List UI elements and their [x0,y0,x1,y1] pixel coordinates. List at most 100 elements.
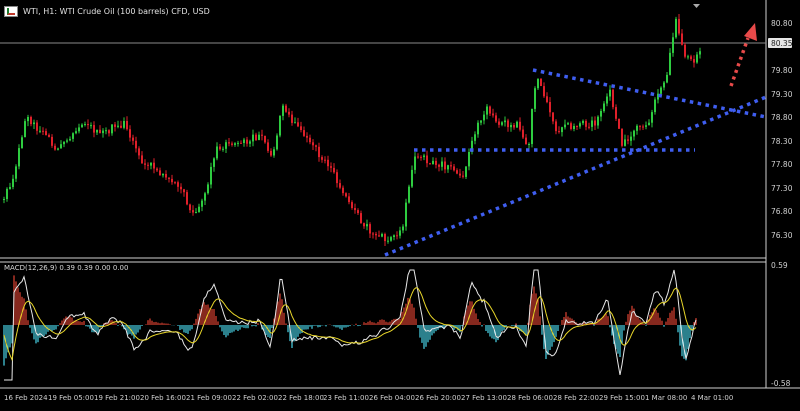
macd-axis-top-label: 0.59 [771,261,788,270]
candle-body [666,74,668,83]
candle-body [132,137,134,141]
candle-body [534,88,536,109]
candle-body [378,235,380,237]
resistance-trendline[interactable] [532,68,767,119]
candle-body [456,170,458,174]
candle-body [327,159,329,167]
candle-body [573,126,575,129]
candle-body [162,174,164,176]
time-label: 28 Feb 22:00 [553,394,599,402]
candle-body [234,143,236,145]
candle-body [417,156,419,158]
candle-body [366,224,368,227]
candle-body [312,142,314,146]
candle-body [270,150,272,156]
candle-body [264,135,266,143]
candle-body [444,161,446,170]
candle-body [24,121,26,138]
candle-body [93,125,95,133]
candle-body [351,202,353,208]
candle-body [330,166,332,168]
macd-axis-bottom-label: -0.58 [771,379,791,388]
candle-body [114,124,116,127]
candle-body [405,202,407,227]
candle-body [303,130,305,136]
candle-body [141,155,143,164]
candle-body [639,125,641,127]
time-label: 22 Feb 18:00 [278,394,324,402]
chart-title: WTI, H1: WTI Crude Oil (100 barrels) CFD… [23,6,210,16]
candle-body [429,163,431,165]
price-label: 79.30 [771,90,793,99]
candle-body [681,33,683,45]
candle-body [675,18,677,38]
candle-body [9,187,11,189]
candle-body [324,159,326,161]
candle-body [414,156,416,170]
chart-window[interactable]: 80.80 79.80 79.30 78.80 78.30 77.80 77.3… [0,0,800,407]
candle-body [636,125,638,131]
candle-body [507,120,509,128]
candle-body [339,183,341,188]
candle-body [240,142,242,144]
candle-body [231,143,233,145]
candle-body [567,123,569,125]
candle-body [624,139,626,146]
candle-body [306,135,308,138]
candle-body [462,175,464,177]
candle-body [663,82,665,88]
candle-body [12,178,14,187]
candle-body [279,115,281,136]
candle-body [468,152,470,167]
candle-body [393,235,395,237]
candle-body [51,136,53,146]
candle-body [531,108,533,144]
candle-body [642,126,644,128]
candle-body [648,122,650,126]
candle-body [222,148,224,150]
candle-body [660,87,662,94]
candle-body [246,139,248,144]
candle-body [543,86,545,97]
candle-body [453,166,455,171]
chart-canvas[interactable]: 80.80 79.80 79.30 78.80 78.30 77.80 77.3… [0,0,800,407]
ascending-trendline[interactable] [384,95,767,257]
candle-body [585,120,587,127]
candle-body [207,184,209,194]
candle-body [117,125,119,127]
candle-body [225,142,227,149]
candle-body [477,122,479,135]
candle-body [108,130,110,134]
candle-body [267,142,269,151]
candle-body [606,96,608,104]
candle-body [498,121,500,125]
candle-body [300,126,302,130]
candle-body [66,140,68,142]
candle-body [159,170,161,176]
candle-body [363,223,365,227]
candle-body [258,134,260,140]
candle-body [480,120,482,123]
candle-body [216,146,218,159]
candle-body [102,130,104,134]
candle-body [411,169,413,187]
candle-body [501,122,503,125]
candle-body [48,134,50,137]
candle-body [174,182,176,184]
candle-body [54,145,56,150]
candle-body [219,146,221,150]
candle-body [423,155,425,158]
candle-body [375,233,377,236]
price-axis[interactable]: 80.80 79.80 79.30 78.80 78.30 77.80 77.3… [768,19,793,240]
time-axis[interactable]: 16 Feb 2024 19 Feb 05:00 19 Feb 21:00 20… [4,394,733,402]
candle-body [513,125,515,128]
time-label: 1 Mar 08:00 [645,394,687,402]
candle-body [558,131,560,133]
candle-body [315,145,317,147]
candle-body [87,124,89,126]
candle-body [186,192,188,205]
candle-body [237,142,239,144]
candle-body [519,121,521,130]
scroll-marker-icon[interactable] [693,4,700,8]
candle-body [576,126,578,127]
